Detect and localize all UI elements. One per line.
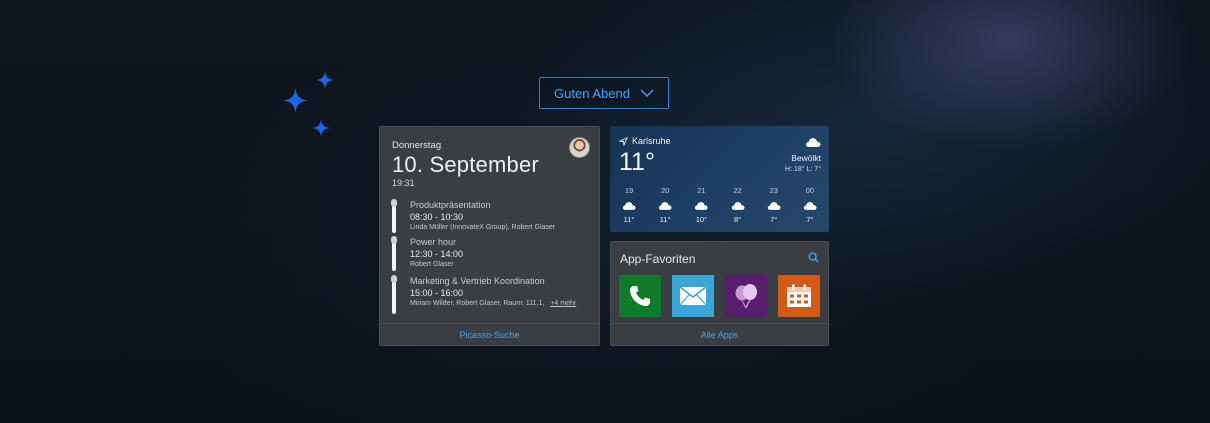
- sparkle-icon: [283, 88, 308, 113]
- app-tiles: [619, 275, 820, 317]
- event-time-bar: [391, 199, 397, 233]
- weather-temperature: 11°: [619, 148, 655, 176]
- calendar-event[interactable]: Power hour 12:30 - 14:00 Robert Glaser: [391, 236, 592, 273]
- event-hours: 15:00 - 16:00: [410, 288, 464, 298]
- cloud-icon: [803, 201, 817, 210]
- event-time-bar: [391, 275, 397, 314]
- event-title: Marketing & Vertrieb Koordination: [410, 276, 545, 286]
- forecast-item: 21 10°: [688, 186, 714, 224]
- calendar-weekday: Donnerstag: [392, 140, 442, 151]
- cloud-icon: [731, 201, 745, 210]
- sparkle-icon: [312, 119, 330, 137]
- forecast-temp: 7°: [806, 215, 814, 224]
- forecast-temp: 10°: [695, 215, 708, 224]
- cloud-icon: [659, 201, 672, 210]
- forecast-temp: 11°: [623, 215, 635, 224]
- calendar-event[interactable]: Marketing & Vertrieb Koordination 15:00 …: [391, 275, 592, 316]
- forecast-hour: 22: [733, 186, 742, 195]
- calendar-time: 19:31: [392, 178, 415, 188]
- chevron-down-icon: [640, 89, 654, 97]
- event-title: Power hour: [410, 237, 457, 247]
- weather-condition: Bewölkt: [791, 153, 821, 163]
- forecast-temp: 8°: [733, 215, 742, 224]
- event-attendees: Robert Glaser: [410, 261, 454, 268]
- weather-location: Karlsruhe: [619, 136, 671, 146]
- calendar-card: Donnerstag 10. September 19:31 Produktpr…: [379, 126, 600, 346]
- app-tile-phone[interactable]: [619, 275, 661, 317]
- forecast-item: 23 7°: [761, 186, 787, 224]
- event-attendees-text: Miriam Wilder, Robert Glaser, Raum: 111,…: [410, 300, 545, 307]
- forecast-temp: 11°: [659, 215, 671, 224]
- app-tile-balloons[interactable]: [725, 275, 767, 317]
- cloud-icon: [767, 201, 781, 210]
- mail-icon: [679, 286, 707, 306]
- calendar-event[interactable]: Produktpräsentation 08:30 - 10:30 Linda …: [391, 199, 592, 236]
- picasso-search-link[interactable]: Picasso-Suche: [380, 323, 599, 345]
- forecast-hour: 20: [661, 186, 670, 195]
- event-hours: 08:30 - 10:30: [410, 212, 464, 222]
- sparkle-icon: [316, 71, 334, 89]
- event-attendees: Miriam Wilder, Robert Glaser, Raum: 111,…: [410, 300, 576, 307]
- forecast-hour: 21: [697, 186, 706, 195]
- weather-card[interactable]: Karlsruhe 11° Bewölkt H: 18° L: 7° 19 11°…: [610, 126, 829, 232]
- event-time-bar: [391, 236, 397, 271]
- event-title: Produktpräsentation: [410, 200, 491, 210]
- cloud-icon: [622, 201, 636, 210]
- forecast-hour: 00: [805, 186, 815, 195]
- all-apps-link[interactable]: Alle Apps: [611, 323, 828, 345]
- app-favorites-title: App-Favoriten: [620, 252, 696, 266]
- event-hours: 12:30 - 14:00: [410, 249, 464, 259]
- calendar-icon: [787, 284, 811, 307]
- location-arrow-icon: [619, 136, 628, 146]
- avatar[interactable]: [569, 137, 590, 158]
- balloons-icon: [735, 284, 757, 309]
- phone-icon: [630, 286, 650, 306]
- app-favorites-card: App-Favoriten Alle Apps: [610, 241, 829, 346]
- forecast-hour: 23: [769, 186, 778, 195]
- weather-location-name: Karlsruhe: [632, 136, 671, 146]
- forecast-hour: 19: [624, 186, 634, 195]
- weather-high-low: H: 18° L: 7°: [785, 166, 821, 173]
- greeting-dropdown[interactable]: Guten Abend: [539, 77, 669, 109]
- hourly-forecast: 19 11° 20 11° 21 10° 22 8° 23 7° 00 7°: [616, 186, 823, 224]
- forecast-item: 20 11°: [652, 186, 678, 224]
- event-attendees: Linda Müller (InnovateX Group), Robert G…: [410, 224, 556, 231]
- app-tile-calendar[interactable]: [778, 275, 820, 317]
- forecast-item: 19 11°: [616, 186, 642, 224]
- forecast-item: 22 8°: [725, 186, 751, 224]
- more-attendees-link[interactable]: +4 mehr: [550, 300, 576, 307]
- search-icon[interactable]: [808, 252, 819, 263]
- forecast-temp: 7°: [770, 215, 778, 224]
- app-tile-mail[interactable]: [672, 275, 714, 317]
- cloud-icon: [695, 201, 708, 210]
- cloud-icon: [805, 138, 821, 147]
- calendar-date: 10. September: [392, 152, 539, 177]
- forecast-item: 00 7°: [797, 186, 823, 224]
- greeting-label: Guten Abend: [554, 85, 630, 101]
